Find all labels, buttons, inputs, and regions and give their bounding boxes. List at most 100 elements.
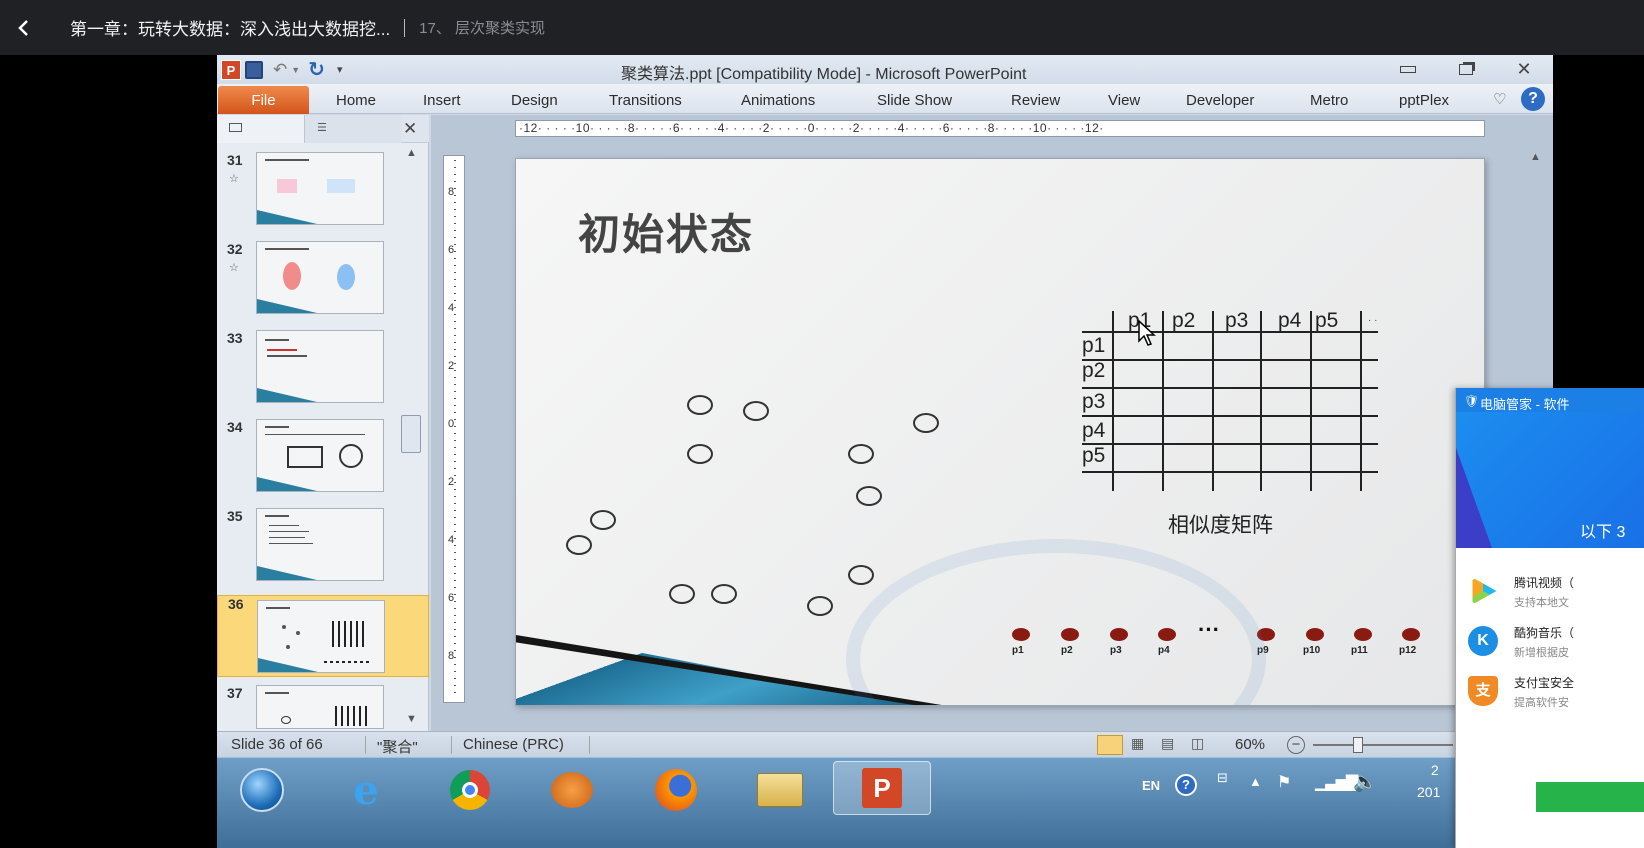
player-topbar: 第一章：玩转大数据：深入浅出大数据挖... 17、 层次聚类实现 [0,0,1644,55]
data-point [566,535,592,555]
thumbnail-scrollbar[interactable]: ▲ ▼ [399,147,425,727]
back-button[interactable] [0,0,48,55]
input-language[interactable]: EN [1142,778,1160,793]
matrix-row-label: p2 [1082,359,1106,382]
help-icon[interactable]: ? [1521,87,1545,111]
slide-thumbnail-36-selected[interactable]: 36 [217,595,429,677]
current-slide[interactable]: 初始状态 p1 p2 p3 p4 p5 · · · p1 p2 p3 p4 p5… [515,158,1485,706]
slide-preview [256,330,384,403]
tab-file[interactable]: File [218,86,309,114]
tab-insert[interactable]: Insert [423,92,461,109]
slide-preview [256,241,384,314]
slideshow-view-icon[interactable]: ◫ [1191,735,1204,752]
save-icon[interactable] [245,60,263,79]
item-name: 腾讯视频（ [1514,576,1575,590]
folder-icon [757,773,803,807]
tab-view[interactable]: View [1108,92,1140,109]
theme-name[interactable]: "聚合" [377,736,418,757]
zoom-slider-thumb[interactable] [1353,737,1363,753]
zoom-slider[interactable] [1313,744,1453,746]
data-point [913,413,939,433]
close-window-button[interactable]: ✕ [1509,58,1539,80]
slide-thumbnail-35[interactable]: 35 [217,508,429,588]
slide-number: 37 [227,685,243,701]
popup-item-tencent-video[interactable]: 腾讯视频（ 支持本地文 [1456,570,1644,620]
reading-view-icon[interactable]: ▤ [1161,735,1174,752]
network-icon[interactable]: ▁▃▅▇ [1315,772,1358,792]
slide-thumbnail-32[interactable]: 32 ☆ [217,241,429,321]
alipay-shield-icon: 支 [1468,676,1498,706]
item-desc: 支持本地文 [1514,597,1569,609]
tab-review[interactable]: Review [1011,92,1060,109]
action-center-icon[interactable]: ⚑ [1277,772,1291,792]
close-pane-icon[interactable]: ✕ [403,119,417,139]
internet-explorer-icon: e [353,766,379,814]
powerpoint-icon: P [862,768,902,808]
animation-star-icon: ☆ [229,262,239,274]
popup-item-kugou[interactable]: K 酷狗音乐（ 新增根据皮 [1456,620,1644,670]
taskbar-ie[interactable]: e [335,766,397,814]
slide-sorter-icon[interactable]: ▦ [1131,735,1144,752]
customize-toolbar-icon[interactable]: ▾ [337,63,343,76]
tab-metro[interactable]: Metro [1310,92,1348,109]
windows-orb-icon [240,768,284,812]
zoom-level[interactable]: 60% [1235,736,1265,753]
matrix-row-label: p1 [1082,334,1106,357]
slide-thumbnail-31[interactable]: 31 ☆ [217,152,429,232]
close-icon: ✕ [1516,58,1532,79]
volume-icon[interactable]: 🔈 [1353,770,1377,794]
tab-pptplex[interactable]: pptPlex [1399,92,1449,109]
data-point [590,510,616,530]
tab-developer[interactable]: Developer [1186,92,1254,109]
taskbar-explorer[interactable] [749,766,811,814]
popup-item-alipay[interactable]: 支 支付宝安全 提高软件安 [1456,670,1644,720]
slide-preview [256,685,384,729]
start-button[interactable] [231,766,293,814]
dropdown-arrow-icon[interactable]: ▼ [291,65,300,75]
zoom-out-icon[interactable]: − [1287,736,1305,754]
tab-design[interactable]: Design [511,92,558,109]
lesson-title: 17、 层次聚类实现 [419,20,546,37]
redo-icon[interactable]: ↻ [308,57,325,82]
ruler-tick-label: 4 [448,534,455,546]
ruler-tick-label: 2 [448,360,455,372]
undo-icon[interactable]: ↶ [273,60,287,80]
taskbar-chrome[interactable] [439,766,501,814]
scroll-down-icon[interactable]: ▼ [406,713,417,725]
powerpoint-app-icon[interactable]: P [221,59,241,80]
minimize-button[interactable] [1393,58,1423,80]
scroll-thumb[interactable] [401,415,421,453]
ruler-tick-label: 8 [448,186,455,198]
tab-transitions[interactable]: Transitions [609,92,682,109]
scroll-up-icon[interactable]: ▲ [1530,151,1541,163]
data-point [848,565,874,585]
taskbar-app-cat[interactable] [541,766,603,814]
dot-label: p10 [1303,645,1321,656]
scroll-up-icon[interactable]: ▲ [406,147,417,159]
taskbar-powerpoint-active[interactable]: P [833,761,931,815]
ribbon-tabs: File Home Insert Design Transitions Anim… [217,84,1553,114]
show-hidden-icons[interactable]: ▲ [1249,774,1262,789]
restore-button[interactable] [1451,58,1481,80]
clock-time[interactable]: 2 [1431,762,1439,778]
popup-install-button[interactable] [1536,782,1644,812]
matrix-caption: 相似度矩阵 [1168,514,1273,537]
slide-thumbnail-34[interactable]: 34 [217,419,429,499]
tab-home[interactable]: Home [336,92,376,109]
tab-animations[interactable]: Animations [741,92,815,109]
clock-date[interactable]: 201 [1417,784,1440,800]
video-frame: P ↶ ▼ ↻ ▾ 聚类算法.ppt [Compatibility Mode] … [217,55,1553,848]
slide-number: 32 [227,241,243,257]
language-help-icon[interactable]: ? [1175,774,1197,796]
outline-view-tab[interactable]: ☰ [305,115,401,143]
normal-view-icon[interactable] [1097,735,1123,755]
ime-options-icon[interactable]: ⊟ [1217,770,1228,786]
taskbar-firefox[interactable] [645,766,707,814]
minimize-ribbon-icon[interactable]: ♡ [1493,90,1506,108]
language-indicator[interactable]: Chinese (PRC) [463,736,564,753]
tab-slide-show[interactable]: Slide Show [877,92,952,109]
kugou-icon: K [1468,626,1498,656]
slide-thumbnail-33[interactable]: 33 [217,330,429,410]
dot-label: p11 [1351,645,1368,656]
slides-view-tab[interactable] [217,115,305,143]
